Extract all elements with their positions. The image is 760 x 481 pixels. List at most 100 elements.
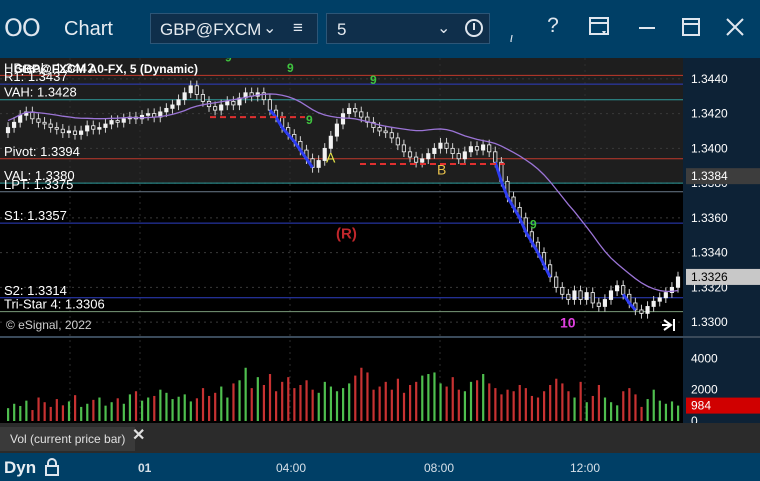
pattern-label-b: B xyxy=(437,161,446,177)
close-icon[interactable] xyxy=(720,16,750,44)
clock-icon[interactable] xyxy=(465,19,483,37)
candle-body xyxy=(389,132,394,139)
candle-body xyxy=(347,107,352,115)
volume-bar xyxy=(354,375,357,421)
candle-body xyxy=(359,111,364,118)
lock-icon[interactable] xyxy=(44,458,60,476)
candle-body xyxy=(608,290,614,300)
volume-bar xyxy=(463,391,467,421)
copyright-text: © eSignal, 2022 xyxy=(6,318,92,332)
candle-body xyxy=(109,120,114,125)
candle-body xyxy=(377,127,382,132)
level-label: VAH: 1.3428 xyxy=(4,85,77,100)
time-tick: 01 xyxy=(138,461,152,475)
layout-icon[interactable] xyxy=(584,16,614,44)
list-icon[interactable]: ≡ xyxy=(293,18,303,38)
candle-body xyxy=(182,92,187,101)
candle-body xyxy=(639,309,644,314)
candle-body xyxy=(572,290,577,300)
candle-body xyxy=(657,297,662,302)
volume-bar xyxy=(476,380,479,421)
price-tick-label: 1.3400 xyxy=(691,141,728,155)
sequential-count-label: 9 xyxy=(370,73,377,87)
volume-bar xyxy=(311,389,314,421)
candle-body xyxy=(54,127,59,130)
volume-bar xyxy=(402,392,406,421)
chevron-down-icon[interactable]: ⌄ xyxy=(437,18,450,38)
candle-body xyxy=(414,156,419,163)
question-icon[interactable]: ? xyxy=(538,14,568,38)
volume-bar xyxy=(141,400,144,421)
info-icon[interactable]: ι xyxy=(510,30,513,45)
dynamic-mode-label[interactable]: Dyn xyxy=(4,458,36,478)
volume-bar xyxy=(98,397,101,421)
candle-body xyxy=(164,107,169,113)
price-tick-label: 1.3300 xyxy=(691,315,728,329)
volume-bar xyxy=(433,372,436,421)
candle-body xyxy=(596,302,601,307)
volume-bar xyxy=(396,378,400,421)
volume-bar xyxy=(92,399,95,421)
candle-body xyxy=(651,300,656,307)
candle-body xyxy=(560,286,565,295)
interval-value[interactable]: 5 xyxy=(337,20,346,40)
chart-window: OO Chart GBP@FXCM ⌄ ≡ 5 ⌄ ι ? HBreak: 1.… xyxy=(0,0,760,481)
volume-bar xyxy=(208,395,211,421)
candle-body xyxy=(353,107,358,113)
candle-body xyxy=(602,299,607,307)
volume-indicator-label[interactable]: Vol (current price bar) xyxy=(0,427,136,451)
symbol-value[interactable]: GBP@FXCM xyxy=(160,20,260,40)
interval-input[interactable]: 5 ⌄ xyxy=(326,13,490,44)
symbol-input[interactable]: GBP@FXCM ⌄ ≡ xyxy=(150,13,318,44)
level-label: S2: 1.3314 xyxy=(4,283,67,298)
close-indicator-icon[interactable]: ✕ xyxy=(132,425,145,445)
candle-body xyxy=(584,292,589,300)
volume-bar xyxy=(384,381,387,421)
volume-bar xyxy=(43,402,46,421)
candle-body xyxy=(615,285,620,292)
candle-body xyxy=(383,130,388,134)
candle-body xyxy=(426,153,431,160)
candle-body xyxy=(231,101,236,106)
candle-body xyxy=(328,135,333,149)
chevron-down-icon[interactable]: ⌄ xyxy=(263,18,276,38)
sequential-count-label: 9 xyxy=(306,113,313,127)
volume-bar xyxy=(13,403,16,421)
volume-bar xyxy=(232,383,235,421)
volume-bar xyxy=(214,392,217,421)
volume-bar xyxy=(49,406,52,421)
volume-bar xyxy=(31,410,34,421)
chart-svg[interactable]: HBreak: 1.3442R1: 1.3437VAH: 1.3428Pivot… xyxy=(0,58,760,423)
volume-bar xyxy=(244,367,247,421)
volume-bar xyxy=(317,392,320,421)
chart-area[interactable]: HBreak: 1.3442 R1: 1.3437 VAH: 1.3428 Pivot… xyxy=(0,58,760,423)
price-tick-label: 1.3360 xyxy=(691,211,728,225)
volume-bar xyxy=(287,377,290,421)
volume-bar xyxy=(640,406,643,421)
candle-body xyxy=(675,276,681,288)
volume-bar xyxy=(55,399,58,421)
candle-body xyxy=(621,285,626,295)
candle-body xyxy=(554,276,559,288)
maximize-icon[interactable] xyxy=(676,16,706,44)
candle-body xyxy=(267,99,272,111)
candle-body xyxy=(146,113,151,116)
volume-bar xyxy=(238,380,241,421)
volume-bar xyxy=(506,389,509,421)
volume-bar xyxy=(335,391,339,421)
volume-bar xyxy=(573,397,576,421)
volume-tick-label: 2000 xyxy=(691,383,718,397)
chart-window-icon: OO xyxy=(4,14,41,42)
volume-bar xyxy=(457,389,460,421)
volume-bar xyxy=(226,397,229,421)
volume-bar xyxy=(469,381,473,421)
candle-body xyxy=(487,144,492,153)
volume-bar xyxy=(281,381,284,421)
price-tick-label: 1.3440 xyxy=(691,72,728,86)
sequential-count-label: 9 xyxy=(225,58,232,64)
volume-bar xyxy=(652,389,655,421)
minimize-icon[interactable] xyxy=(632,16,662,44)
level-label: Pivot: 1.3394 xyxy=(4,144,80,159)
candle-body xyxy=(188,85,193,94)
volume-bar xyxy=(67,401,71,421)
